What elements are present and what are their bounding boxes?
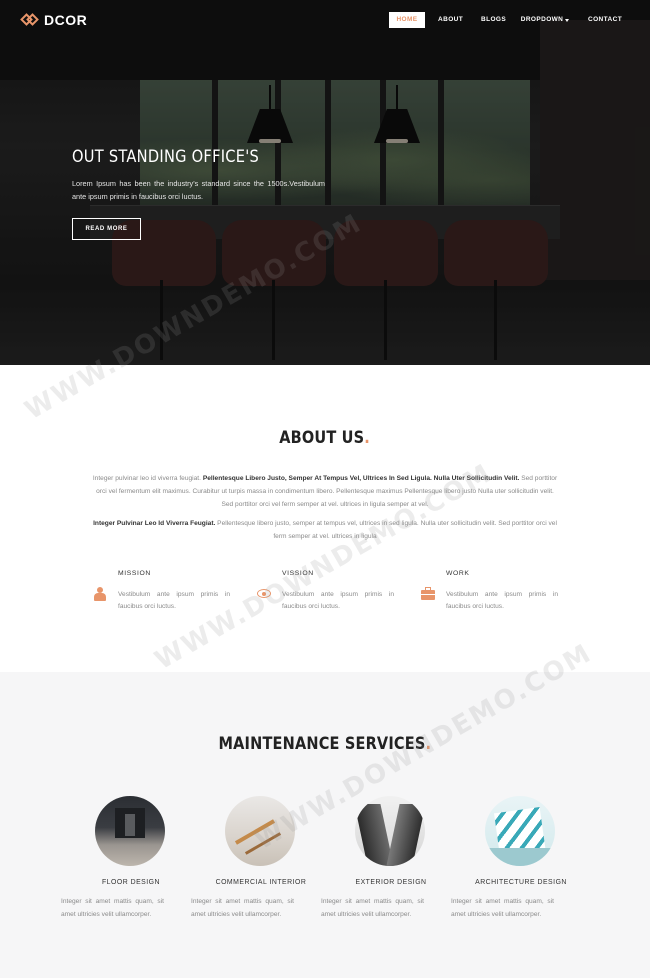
read-more-button[interactable]: READ MORE	[72, 218, 141, 240]
service-text: Integer sit amet mattis quam, sit amet u…	[61, 898, 164, 918]
service-text: Integer sit amet mattis quam, sit amet u…	[451, 898, 554, 918]
feature-title: WORK	[446, 570, 470, 577]
feature-title: MISSION	[118, 570, 151, 577]
hero-text: Lorem Ipsum has been the industry's stan…	[72, 179, 325, 201]
hero-title: OUT STANDING OFFICE'S	[72, 147, 260, 167]
feature-text: Vestibulum ante ipsum primis in faucibus…	[118, 591, 230, 610]
services-title: MAINTENANCE SERVICES.	[0, 734, 650, 753]
person-icon	[93, 587, 107, 601]
services-title-text: MAINTENANCE SERVICES	[218, 734, 426, 753]
about-p2-bold: Integer Pulvinar Leo Id Viverra Feugiat.	[93, 520, 216, 527]
briefcase-icon	[421, 587, 435, 601]
caret-down-icon	[565, 18, 570, 22]
feature-text: Vestibulum ante ipsum primis in faucibus…	[446, 591, 558, 610]
title-dot: .	[364, 428, 371, 447]
title-dot: .	[425, 734, 432, 753]
service-image[interactable]	[225, 796, 295, 866]
service-text: Integer sit amet mattis quam, sit amet u…	[191, 898, 294, 918]
about-p2-rest: Pellentesque libero justo, semper at tem…	[215, 520, 557, 540]
nav-home[interactable]: HOME	[389, 12, 425, 28]
main-nav: HOME ABOUT BLOGS DROPDOWN CONTACT	[389, 12, 622, 28]
eye-icon	[257, 587, 271, 601]
service-image[interactable]	[485, 796, 555, 866]
service-title[interactable]: FLOOR DESIGN	[63, 879, 199, 886]
about-p1-lead: Integer pulvinar leo id viverra feugiat.	[92, 475, 203, 482]
feature-title: VISSION	[282, 570, 314, 577]
about-p1-bold: Pellentesque Libero Justo, Semper At Tem…	[202, 475, 520, 482]
service-image[interactable]	[355, 796, 425, 866]
nav-blogs[interactable]: BLOGS	[481, 12, 506, 28]
service-title[interactable]: ARCHITECTURE DESIGN	[453, 879, 589, 886]
diamond-logo-icon	[20, 13, 39, 27]
service-image[interactable]	[95, 796, 165, 866]
service-title[interactable]: EXTERIOR DESIGN	[323, 879, 459, 886]
feature-text: Vestibulum ante ipsum primis in faucibus…	[282, 591, 394, 610]
nav-contact[interactable]: CONTACT	[588, 12, 622, 28]
hero-banner: DCOR HOME ABOUT BLOGS DROPDOWN CONTACT O…	[0, 0, 650, 365]
nav-dropdown[interactable]: DROPDOWN	[520, 12, 570, 28]
about-title: ABOUT US.	[0, 428, 650, 447]
about-title-text: ABOUT US	[279, 428, 365, 447]
about-paragraph-2: Integer Pulvinar Leo Id Viverra Feugiat.…	[90, 517, 560, 543]
service-text: Integer sit amet mattis quam, sit amet u…	[321, 898, 424, 918]
brand-logo[interactable]: DCOR	[20, 11, 88, 29]
nav-dropdown-label: DROPDOWN	[520, 16, 564, 23]
brand-name: DCOR	[44, 12, 88, 28]
about-paragraph-1: Integer pulvinar leo id viverra feugiat.…	[90, 472, 560, 511]
service-title[interactable]: COMMERCIAL INTERIOR	[193, 879, 329, 886]
nav-about[interactable]: ABOUT	[438, 12, 463, 28]
